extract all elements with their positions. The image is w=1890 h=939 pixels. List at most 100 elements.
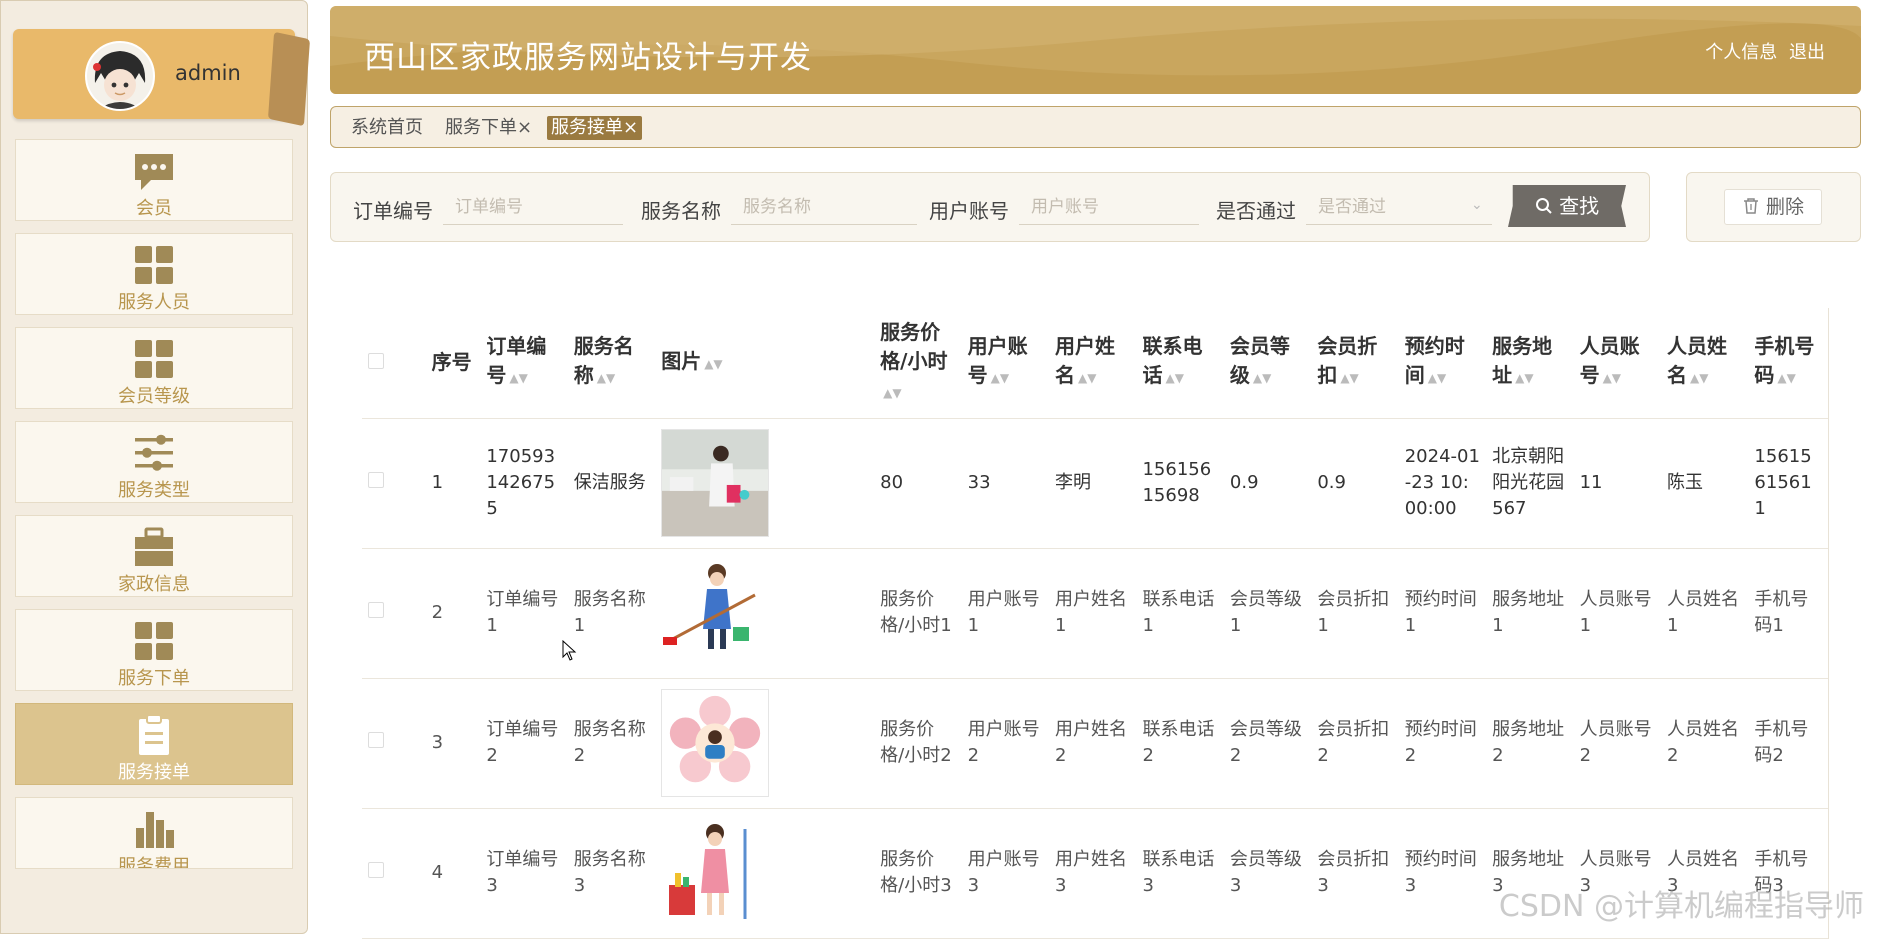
cleaner-bucket-image[interactable] — [661, 819, 770, 927]
column-header[interactable]: 联系电话 ▲▼ — [1136, 308, 1224, 419]
column-header[interactable]: 会员等级 ▲▼ — [1223, 308, 1312, 419]
column-header[interactable]: 会员折扣 ▲▼ — [1311, 308, 1399, 419]
action-panel: 删除 — [1686, 172, 1861, 242]
table-row[interactable]: 3 订单编号2 服务名称2 服务价格/小时2 用户账号2 用户姓名2 联系电话2… — [362, 678, 1828, 809]
sidebar-item-label: 服务类型 — [118, 480, 190, 501]
search-icon — [1535, 198, 1552, 214]
find-button[interactable]: 查找 — [1508, 185, 1626, 227]
cell: 0.9 — [1223, 418, 1312, 549]
sidebar-item-service-order[interactable]: 服务下单 — [15, 609, 293, 691]
image-cell — [655, 808, 875, 939]
row-checkbox[interactable] — [368, 862, 384, 878]
briefcase-icon — [135, 527, 173, 566]
sidebar-item-label: 服务费用 — [118, 856, 190, 869]
table-scrollbar[interactable] — [1828, 308, 1829, 939]
cell: 服务价格/小时1 — [874, 548, 962, 679]
sidebar-item-staff[interactable]: 服务人员 — [15, 233, 293, 315]
column-header[interactable]: 手机号码 ▲▼ — [1748, 308, 1828, 419]
sort-icon: ▲▼ — [1165, 371, 1184, 386]
cell: 服务名称3 — [567, 808, 656, 939]
cell: 服务地址2 — [1486, 678, 1574, 809]
top-header: 西山区家政服务网站设计与开发 个人信息 退出 — [330, 6, 1861, 94]
mouse-cursor-icon — [562, 640, 577, 661]
order-no-label: 订单编号 — [353, 199, 433, 223]
cell: 人员账号1 — [1573, 548, 1661, 679]
cell: 陈玉 — [1661, 418, 1749, 549]
service-name-input[interactable] — [731, 189, 917, 225]
cell: 会员等级1 — [1223, 548, 1312, 679]
service-name-label: 服务名称 — [641, 199, 721, 223]
row-checkbox[interactable] — [368, 602, 384, 618]
tab-service-accept[interactable]: 服务接单× — [547, 116, 643, 140]
sidebar-item-service-fee[interactable]: 服务费用 — [15, 797, 293, 869]
cell: 会员折扣3 — [1311, 808, 1399, 939]
cell: 联系电话3 — [1136, 808, 1224, 939]
cell: 会员折扣1 — [1311, 548, 1399, 679]
tab-service-order[interactable]: 服务下单× — [441, 116, 536, 140]
cell: 2024-01-23 10:00:00 — [1398, 418, 1487, 549]
column-header[interactable]: 用户姓名 ▲▼ — [1049, 308, 1137, 419]
cell: 1705931426755 — [480, 418, 568, 549]
sidebar-item-service-type[interactable]: 服务类型 — [15, 421, 293, 503]
delete-button[interactable]: 删除 — [1724, 189, 1822, 225]
sidebar-item-service-accept[interactable]: 服务接单 — [15, 703, 293, 785]
avatar[interactable] — [85, 41, 155, 111]
clipboard-icon — [139, 714, 169, 755]
sort-icon: ▲▼ — [990, 371, 1010, 386]
watermark: CSDN @计算机编程指导师 — [1498, 889, 1864, 924]
sort-icon: ▲▼ — [596, 371, 616, 386]
cell: 订单编号3 — [480, 808, 568, 939]
profile-link[interactable]: 个人信息 — [1705, 42, 1777, 63]
cleaning-photo-image[interactable] — [661, 429, 770, 537]
cell: 会员等级2 — [1223, 678, 1312, 809]
cell: 订单编号2 — [480, 678, 568, 809]
user-account-input[interactable] — [1019, 189, 1199, 225]
row-checkbox[interactable] — [368, 732, 384, 748]
select-all-cell[interactable] — [362, 308, 426, 419]
username: admin — [175, 61, 241, 85]
user-card-ribbon — [267, 31, 311, 127]
orders-table-wrapper: 序号 订单编号 ▲▼ 服务名称 ▲▼ 图片 ▲▼ 服务价格/小时▲▼ 用户账号 ▲▼ 用… — [362, 308, 1828, 939]
column-header[interactable]: 用户账号 ▲▼ — [961, 308, 1050, 419]
cell: 服务名称1 — [567, 548, 656, 679]
close-icon[interactable]: × — [623, 117, 638, 138]
family-flower-image[interactable] — [661, 689, 770, 797]
sidebar: admin 会员 服务人员 会员等级 服务类型 家政信息 服务下单 服务接单 服… — [0, 0, 311, 934]
cell: 用户账号2 — [961, 678, 1050, 809]
table-row[interactable]: 2 订单编号1 服务名称1 服务价格/小时1 用户账号1 用户姓名1 联系电话1… — [362, 548, 1828, 679]
sort-icon: ▲▼ — [1252, 371, 1272, 386]
grid-icon — [135, 622, 173, 660]
logout-link[interactable]: 退出 — [1789, 42, 1825, 63]
select-all-checkbox[interactable] — [368, 353, 384, 370]
grid-icon — [135, 340, 173, 378]
cell: 用户姓名3 — [1049, 808, 1137, 939]
column-header[interactable]: 服务价格/小时▲▼ — [874, 308, 962, 419]
cleaner-mop-image[interactable] — [661, 559, 770, 667]
column-header[interactable]: 人员姓名 ▲▼ — [1661, 308, 1749, 419]
image-cell — [655, 548, 875, 679]
sliders-icon — [135, 434, 173, 471]
sidebar-item-label: 会员等级 — [118, 386, 190, 407]
sort-icon: ▲▼ — [509, 371, 528, 386]
column-header: 序号 — [425, 308, 481, 419]
sidebar-item-member-level[interactable]: 会员等级 — [15, 327, 293, 409]
table-row[interactable]: 1 1705931426755 保洁服务 80 33 李明 1561561569… — [362, 418, 1828, 549]
column-header[interactable]: 订单编号 ▲▼ — [480, 308, 568, 419]
cell: 33 — [961, 418, 1050, 549]
column-header[interactable]: 图片 ▲▼ — [655, 308, 875, 419]
find-button-label: 查找 — [1559, 194, 1600, 218]
cell: 人员账号2 — [1573, 678, 1661, 809]
column-header[interactable]: 人员账号 ▲▼ — [1573, 308, 1661, 419]
column-header[interactable]: 服务地址 ▲▼ — [1486, 308, 1574, 419]
order-no-input[interactable] — [443, 189, 623, 225]
column-header[interactable]: 预约时间 ▲▼ — [1398, 308, 1487, 419]
row-checkbox[interactable] — [368, 472, 384, 488]
sidebar-item-member[interactable]: 会员 — [15, 139, 293, 221]
approved-select[interactable] — [1306, 189, 1492, 225]
column-header[interactable]: 服务名称 ▲▼ — [567, 308, 656, 419]
sidebar-item-housekeeping-info[interactable]: 家政信息 — [15, 515, 293, 597]
tab-home[interactable]: 系统首页 — [347, 116, 427, 140]
close-icon[interactable]: × — [517, 117, 532, 138]
sort-icon: ▲▼ — [1078, 371, 1097, 386]
table-header-row: 序号 订单编号 ▲▼ 服务名称 ▲▼ 图片 ▲▼ 服务价格/小时▲▼ 用户账号 ▲▼ 用… — [362, 308, 1828, 419]
